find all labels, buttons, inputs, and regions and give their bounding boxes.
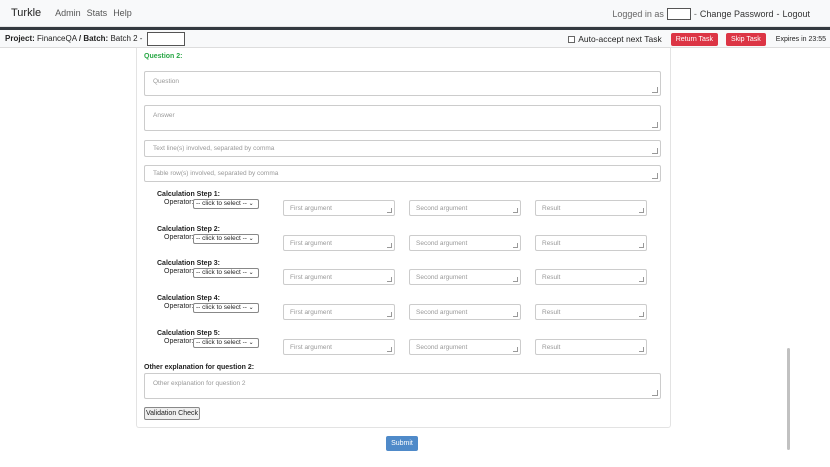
- batch-label: Batch:: [83, 33, 109, 43]
- result-input[interactable]: Result: [535, 269, 647, 286]
- nav-separator: -: [693, 8, 697, 19]
- operator-select-value: -- click to select --: [196, 304, 247, 312]
- calculation-step-label: Calculation Step 3:: [157, 260, 221, 268]
- task-actions: Auto-accept next Task Return Task Skip T…: [568, 30, 826, 48]
- operator-select-value: -- click to select --: [196, 338, 247, 346]
- username-redacted: [666, 7, 691, 20]
- second-argument-input[interactable]: Second argument: [409, 200, 521, 216]
- nav-link-help[interactable]: Help: [113, 8, 132, 18]
- table-rows-input[interactable]: Table row(s) involved, separated by comm…: [144, 165, 661, 182]
- auto-accept-checkbox[interactable]: [568, 35, 576, 43]
- chevron-down-icon: ⌄: [246, 201, 254, 207]
- chevron-down-icon: ⌄: [246, 339, 254, 346]
- operator-label: Operator:: [164, 337, 194, 345]
- other-explanation-input[interactable]: Other explanation for question 2: [144, 373, 661, 399]
- calculation-step-label: Calculation Step 5:: [157, 329, 221, 337]
- nav-separator: -: [776, 8, 780, 19]
- operator-select-value: -- click to select --: [196, 234, 247, 242]
- project-name: FinanceQA: [37, 33, 77, 43]
- first-argument-input[interactable]: First argument: [283, 234, 395, 251]
- operator-select[interactable]: -- click to select -- ⌄: [193, 268, 259, 279]
- result-input[interactable]: Result: [535, 234, 647, 251]
- validation-check-button[interactable]: Validation Check: [144, 407, 200, 420]
- other-explanation-label: Other explanation for question 2:: [144, 364, 255, 371]
- result-input[interactable]: Result: [535, 200, 647, 216]
- calculation-step-label: Calculation Step 4:: [157, 295, 221, 303]
- first-argument-input[interactable]: First argument: [283, 338, 395, 355]
- second-argument-input[interactable]: Second argument: [409, 338, 521, 355]
- operator-label: Operator:: [164, 233, 194, 241]
- scrollbar-thumb[interactable]: [787, 348, 790, 450]
- nav-link-admin[interactable]: Admin: [55, 8, 81, 18]
- operator-select[interactable]: -- click to select -- ⌄: [193, 233, 259, 244]
- task-header: Project: FinanceQA / Batch: Batch 2 - Au…: [0, 30, 830, 48]
- breadcrumb-slash: /: [78, 33, 82, 43]
- change-password-link[interactable]: Change Password: [700, 9, 774, 19]
- skip-task-button[interactable]: Skip Task: [725, 32, 766, 46]
- answer-input[interactable]: Answer: [144, 105, 661, 131]
- second-argument-input[interactable]: Second argument: [409, 304, 521, 321]
- nav-link-stats[interactable]: Stats: [87, 8, 108, 18]
- chevron-down-icon: ⌄: [246, 235, 254, 242]
- top-navbar: Turkle Admin Stats Help Logged in as - C…: [0, 0, 830, 27]
- operator-select[interactable]: -- click to select -- ⌄: [193, 199, 259, 209]
- question-heading: Question 2:: [144, 53, 183, 60]
- user-area: Logged in as - Change Password - Logout: [612, 0, 810, 27]
- first-argument-input[interactable]: First argument: [283, 269, 395, 286]
- batch-id-redacted: [146, 31, 185, 46]
- auto-accept-label[interactable]: Auto-accept next Task: [578, 34, 661, 44]
- first-argument-input[interactable]: First argument: [283, 304, 395, 321]
- chevron-down-icon: ⌄: [246, 270, 254, 277]
- calculation-step-label: Calculation Step 2:: [157, 225, 221, 233]
- brand-logo[interactable]: Turkle: [11, 7, 41, 19]
- operator-label: Operator:: [164, 199, 194, 206]
- calculation-step-label: Calculation Step 1:: [157, 191, 221, 198]
- first-argument-input[interactable]: First argument: [283, 200, 395, 216]
- operator-select[interactable]: -- click to select -- ⌄: [193, 303, 259, 314]
- expires-timer: Expires in 23:55: [775, 35, 826, 43]
- text-lines-input[interactable]: Text line(s) involved, separated by comm…: [144, 140, 661, 157]
- chevron-down-icon: ⌄: [246, 305, 254, 312]
- operator-label: Operator:: [164, 268, 194, 276]
- second-argument-input[interactable]: Second argument: [409, 234, 521, 251]
- result-input[interactable]: Result: [535, 304, 647, 321]
- question-input[interactable]: Question: [144, 71, 661, 96]
- project-label: Project:: [5, 33, 35, 43]
- logout-link[interactable]: Logout: [782, 9, 810, 19]
- operator-label: Operator:: [164, 303, 194, 311]
- operator-select-value: -- click to select --: [196, 200, 247, 207]
- operator-select[interactable]: -- click to select -- ⌄: [193, 337, 259, 348]
- project-breadcrumb: Project: FinanceQA / Batch: Batch 2 -: [5, 31, 185, 46]
- submit-button[interactable]: Submit: [386, 436, 418, 451]
- return-task-button[interactable]: Return Task: [670, 32, 718, 46]
- second-argument-input[interactable]: Second argument: [409, 269, 521, 286]
- logged-in-label: Logged in as: [612, 8, 664, 19]
- result-input[interactable]: Result: [535, 338, 647, 355]
- operator-select-value: -- click to select --: [196, 269, 247, 277]
- batch-name: Batch 2 -: [110, 33, 143, 43]
